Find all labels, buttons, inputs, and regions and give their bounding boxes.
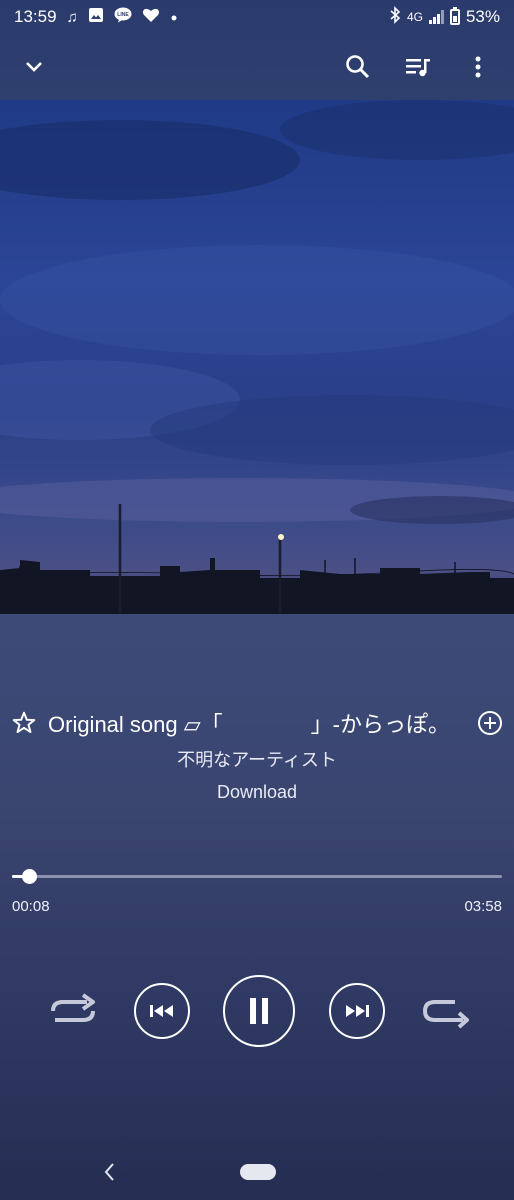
add-circle-icon bbox=[478, 711, 502, 735]
line-app-icon: LINE bbox=[114, 7, 132, 28]
system-back-button[interactable] bbox=[96, 1156, 122, 1188]
seek-bar[interactable] bbox=[12, 866, 502, 888]
pause-icon bbox=[250, 998, 268, 1024]
dot-icon bbox=[170, 7, 178, 27]
favorite-button[interactable] bbox=[10, 703, 38, 743]
seek-thumb[interactable] bbox=[21, 869, 37, 884]
signal-icon bbox=[428, 10, 444, 24]
next-track-button[interactable] bbox=[328, 983, 385, 1039]
title-row: Original song ▱「 」-からっぽ。 bbox=[0, 700, 514, 746]
skip-previous-icon bbox=[149, 1005, 173, 1017]
playlist-icon bbox=[406, 59, 430, 77]
heart-icon bbox=[142, 7, 160, 28]
shuffle-button[interactable] bbox=[46, 984, 100, 1038]
status-right: 4G 53% bbox=[389, 5, 500, 29]
album-name[interactable]: Download bbox=[0, 778, 514, 806]
repeat-button[interactable] bbox=[418, 984, 472, 1038]
time-labels: 00:08 03:58 bbox=[12, 898, 502, 915]
top-actions bbox=[338, 47, 498, 87]
album-artwork bbox=[0, 100, 514, 614]
elapsed-time: 00:08 bbox=[12, 898, 50, 915]
back-chevron-icon bbox=[104, 1163, 114, 1181]
collapse-player-button[interactable] bbox=[14, 47, 54, 87]
more-options-button[interactable] bbox=[458, 47, 498, 87]
system-home-pill[interactable] bbox=[240, 1164, 276, 1180]
bluetooth-icon bbox=[389, 5, 401, 29]
music-note-icon: ♫ bbox=[66, 8, 78, 26]
system-navigation-bar bbox=[0, 1150, 514, 1194]
battery-icon bbox=[449, 7, 460, 25]
pause-button[interactable] bbox=[223, 975, 295, 1047]
more-vert-icon bbox=[475, 56, 481, 78]
skip-next-icon bbox=[345, 1005, 369, 1017]
song-title: Original song ▱「 」-からっぽ。 bbox=[48, 712, 450, 737]
battery-percent: 53% bbox=[465, 7, 500, 26]
total-duration: 03:58 bbox=[464, 898, 502, 915]
status-bar: 13:59 ♫ LINE 4G 53% bbox=[0, 0, 514, 34]
chevron-down-icon bbox=[26, 62, 42, 72]
playback-controls bbox=[0, 975, 514, 1047]
seek-track bbox=[12, 875, 502, 878]
star-outline-icon bbox=[12, 711, 36, 733]
network-type: 4G bbox=[406, 10, 423, 24]
repeat-icon bbox=[422, 1000, 469, 1029]
status-time: 13:59 bbox=[14, 7, 57, 26]
track-info: Original song ▱「 」-からっぽ。 不明なアーティスト Downl… bbox=[0, 700, 514, 806]
search-button[interactable] bbox=[338, 47, 378, 87]
artist-name[interactable]: 不明なアーティスト bbox=[0, 746, 514, 774]
svg-text:LINE: LINE bbox=[117, 12, 129, 18]
playlist-button[interactable] bbox=[398, 47, 438, 87]
artwork-sky-image bbox=[0, 100, 514, 614]
player-top-bar bbox=[0, 34, 514, 100]
add-to-playlist-button[interactable] bbox=[476, 703, 504, 743]
search-icon bbox=[346, 55, 370, 79]
status-left: 13:59 ♫ LINE bbox=[14, 7, 178, 28]
previous-track-button[interactable] bbox=[133, 983, 190, 1039]
shuffle-icon bbox=[51, 993, 95, 1022]
image-icon bbox=[88, 7, 104, 28]
